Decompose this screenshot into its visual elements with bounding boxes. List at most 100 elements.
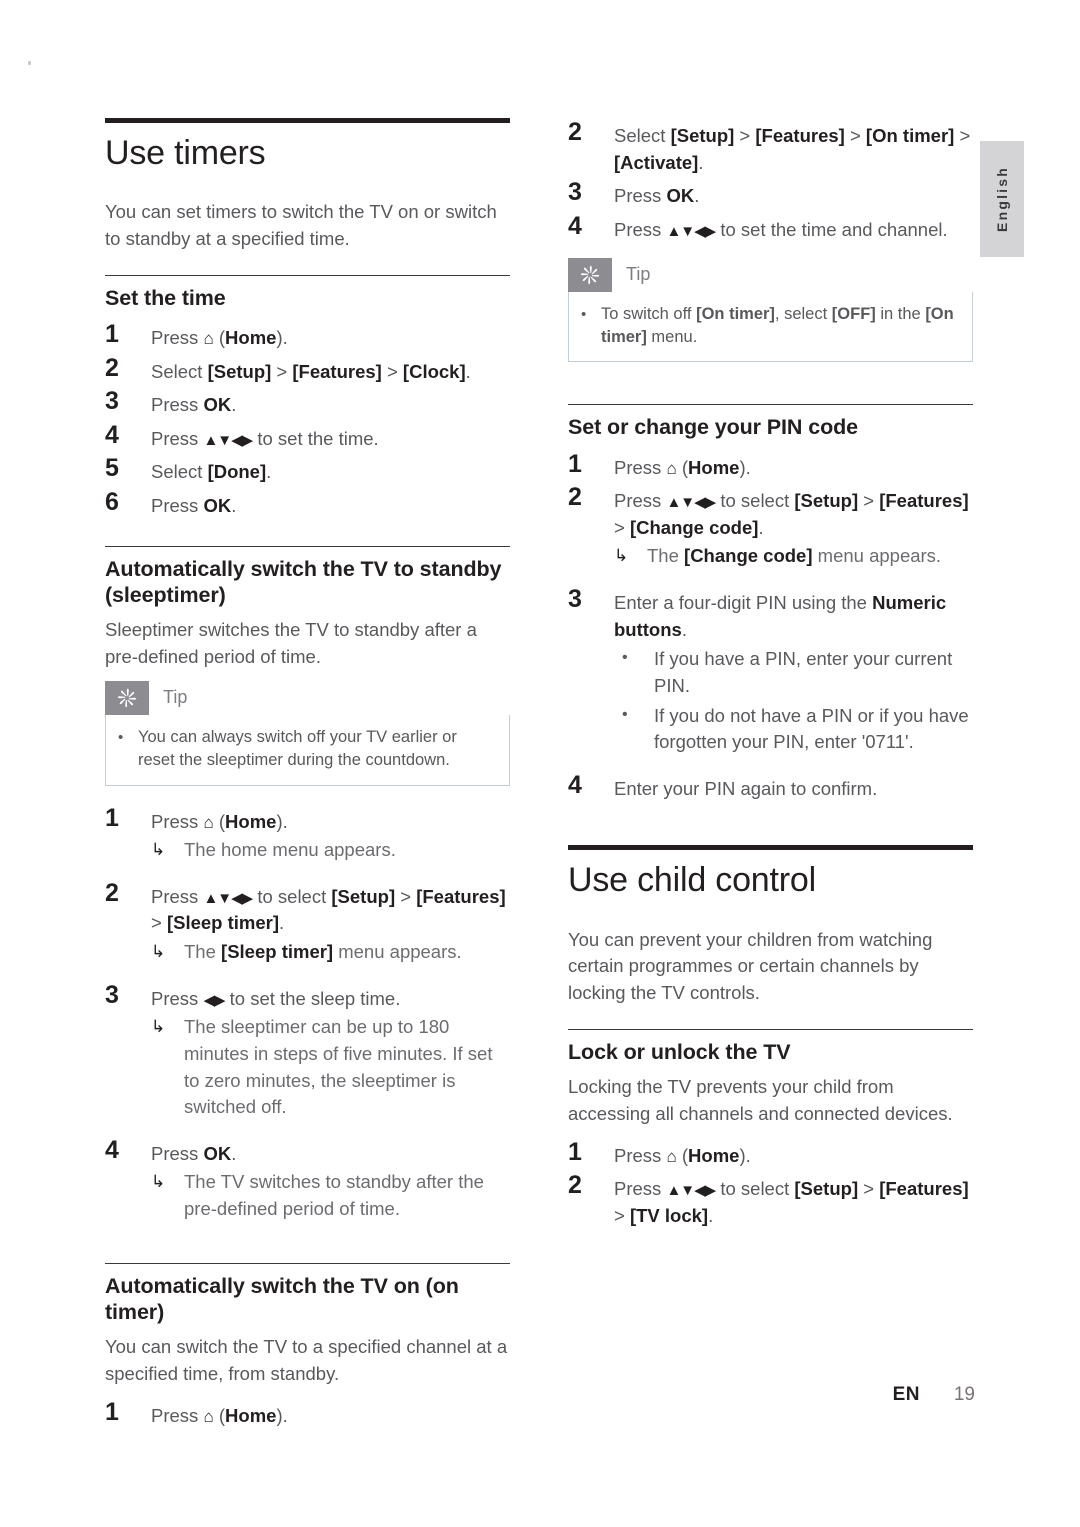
step-item: 2 Select [Setup] > [Features] > [On time… (568, 118, 973, 176)
step-text: Press OK. (151, 394, 237, 416)
step-item: 1 Press ⌂ (Home). (568, 1138, 973, 1170)
tip-header: Tip (568, 257, 973, 292)
step-number: 1 (568, 449, 582, 478)
step-item: 3 Enter a four-digit PIN using the Numer… (568, 585, 973, 756)
step-item: 3 Press OK. (105, 387, 510, 419)
step-number: 2 (105, 878, 119, 907)
step-result: ↳ The sleeptimer can be up to 180 minute… (151, 1014, 510, 1121)
step-item: 4 Enter your PIN again to confirm. (568, 771, 973, 803)
section-heading-lock-tv: Lock or unlock the TV (568, 1039, 791, 1064)
step-number: 1 (105, 319, 119, 348)
step-item: 2 Press ▲▼◀▶ to select [Setup] > [Featur… (568, 483, 973, 570)
step-item: 2 Press ▲▼◀▶ to select [Setup] > [Featur… (568, 1171, 973, 1229)
tip-asterisk-icon (568, 257, 612, 292)
step-item: 2 Press ▲▼◀▶ to select [Setup] > [Featur… (105, 879, 510, 966)
tip-label: Tip (626, 264, 651, 284)
step-result: ↳ The [Sleep timer] menu appears. (151, 939, 510, 966)
home-icon: ⌂ (203, 812, 214, 832)
nav-arrows-icon: ▲▼◀▶ (203, 431, 253, 449)
tip-box-on-timer: Tip • To switch off [On timer], select [… (568, 257, 973, 363)
step-number: 4 (105, 1135, 119, 1164)
steps-set-the-time: 1 Press ⌂ (Home). 2 Select [Setup] > [Fe… (105, 320, 510, 520)
step-item: 3 Press OK. (568, 178, 973, 210)
bullet-icon: • (581, 305, 587, 323)
result-text: The [Change code] menu appears. (647, 545, 942, 567)
step-text: Press OK. ↳ The TV switches to standby a… (151, 1136, 510, 1223)
result-arrow-icon: ↳ (151, 942, 166, 962)
steps-on-timer-continued: 2 Select [Setup] > [Features] > [On time… (568, 118, 973, 244)
chapter-rule (105, 118, 510, 123)
step-text: Press ⌂ (Home). (614, 1144, 751, 1166)
home-icon: ⌂ (666, 1146, 677, 1166)
chapter-intro: You can set timers to switch the TV on o… (105, 201, 497, 249)
section-heading-sleeptimer: Automatically switch the TV to standby (… (105, 556, 502, 607)
step-text: Press ▲▼◀▶ to select [Setup] > [Features… (151, 879, 510, 966)
home-icon: ⌂ (203, 1406, 214, 1426)
lock-tv-intro: Locking the TV prevents your child from … (568, 1076, 953, 1124)
step-item: 4 Press OK. ↳ The TV switches to standby… (105, 1136, 510, 1223)
step-number: 6 (105, 488, 119, 517)
result-text: The TV switches to standby after the pre… (184, 1171, 484, 1220)
step-text: Press ◀▶ to set the sleep time. ↳ The sl… (151, 981, 510, 1121)
step-text: Press ⌂ (Home). ↳ The home menu appears. (151, 804, 510, 864)
step-item: 4 Press ▲▼◀▶ to set the time. (105, 421, 510, 453)
page-title: Use timers (105, 134, 266, 172)
result-text: The [Sleep timer] menu appears. (184, 941, 462, 963)
tip-header: Tip (105, 680, 510, 715)
steps-sleeptimer: 1 Press ⌂ (Home). ↳ The home menu appear… (105, 804, 510, 1223)
step-number: 2 (568, 118, 582, 146)
footer-page-number: 19 (953, 1384, 975, 1405)
section-heading-set-the-time: Set the time (105, 285, 226, 310)
result-text: The sleeptimer can be up to 180 minutes … (184, 1016, 493, 1118)
section-rule (105, 545, 510, 547)
step-text: Press ▲▼◀▶ to set the time. (151, 427, 379, 449)
tip-asterisk-icon (105, 680, 149, 715)
sub-bullet-text: If you have a PIN, enter your current PI… (654, 648, 953, 696)
step-item: 1 Press ⌂ (Home). (568, 450, 973, 482)
step-number: 4 (105, 420, 119, 449)
nav-arrows-icon: ▲▼◀▶ (666, 1182, 716, 1200)
result-arrow-icon: ↳ (151, 1017, 166, 1037)
home-icon: ⌂ (666, 458, 677, 478)
step-text: Press ▲▼◀▶ to set the time and channel. (614, 218, 948, 240)
sub-bullet-item: • If you have a PIN, enter your current … (614, 646, 973, 699)
nav-arrows-icon: ▲▼◀▶ (666, 494, 716, 512)
step-number: 3 (105, 387, 119, 416)
step-text: Select [Setup] > [Features] > [On timer]… (614, 125, 971, 173)
sub-bullet-item: • If you do not have a PIN or if you hav… (614, 703, 973, 756)
step-number: 3 (568, 585, 582, 614)
right-column: 2 Select [Setup] > [Features] > [On time… (568, 118, 973, 1244)
step-number: 2 (568, 483, 582, 512)
tip-label: Tip (163, 687, 188, 708)
footer-locale: EN (892, 1384, 920, 1405)
step-item: 2 Select [Setup] > [Features] > [Clock]. (105, 354, 510, 386)
step-result: ↳ The home menu appears. (151, 837, 510, 864)
section-rule (105, 1262, 510, 1264)
child-control-intro: You can prevent your children from watch… (568, 928, 933, 1004)
step-text: Press ⌂ (Home). (151, 326, 288, 348)
nav-arrows-icon: ▲▼◀▶ (666, 222, 716, 240)
step-number: 4 (568, 770, 582, 799)
step-text: Press ⌂ (Home). (614, 456, 751, 478)
sleeptimer-intro: Sleeptimer switches the TV to standby af… (105, 619, 477, 667)
step-number: 5 (105, 454, 119, 483)
section-heading-on-timer: Automatically switch the TV on (on timer… (105, 1273, 459, 1324)
section-rule (568, 1028, 973, 1030)
step-result: ↳ The TV switches to standby after the p… (151, 1169, 510, 1222)
bullet-icon: • (622, 649, 628, 667)
home-icon: ⌂ (203, 328, 214, 348)
step-item: 5 Select [Done]. (105, 454, 510, 486)
step-result: ↳ The [Change code] menu appears. (614, 543, 973, 570)
bullet-icon: • (622, 705, 628, 723)
tip-box-sleeptimer: Tip • You can always switch off your TV … (105, 680, 510, 786)
result-text: The home menu appears. (184, 839, 396, 861)
step-text: Enter a four-digit PIN using the Numeric… (614, 585, 973, 756)
step-number: 4 (568, 211, 582, 240)
bullet-icon: • (118, 728, 124, 746)
step-text: Press ▲▼◀▶ to select [Setup] > [Features… (614, 483, 973, 570)
result-arrow-icon: ↳ (151, 1172, 166, 1192)
language-tab: English (980, 141, 1024, 257)
step-text: Press ▲▼◀▶ to select [Setup] > [Features… (614, 1178, 969, 1227)
page-footer: EN 19 (0, 1384, 1080, 1406)
step-item: 4 Press ▲▼◀▶ to set the time and channel… (568, 212, 973, 244)
